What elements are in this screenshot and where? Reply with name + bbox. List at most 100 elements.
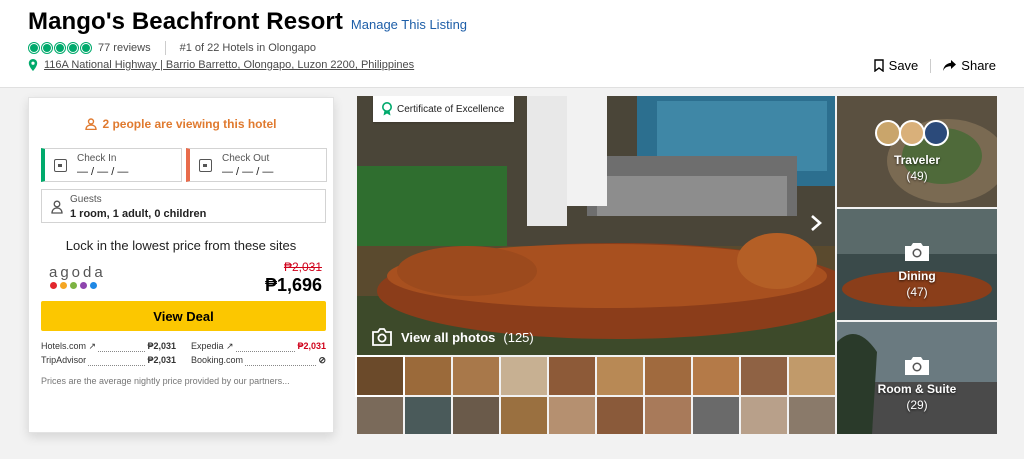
- photo-thumbnail[interactable]: [597, 396, 643, 434]
- site-name: TripAdvisor: [41, 355, 87, 365]
- rating-bubble-icon: [80, 42, 92, 54]
- category-dining[interactable]: Dining (47): [837, 209, 997, 320]
- header-actions: Save Share: [873, 58, 996, 73]
- agoda-wordmark: agoda: [49, 264, 106, 281]
- rating-bubble-icon: [41, 42, 53, 54]
- room-photo: [837, 322, 997, 434]
- camera-icon: [372, 328, 392, 346]
- manage-listing-link[interactable]: Manage This Listing: [351, 17, 467, 32]
- price-option[interactable]: TripAdvisor ₱2,031: [41, 355, 176, 369]
- map-pin-icon: [28, 59, 38, 71]
- photo-thumbnail[interactable]: [549, 396, 595, 434]
- category-room-suite[interactable]: Room & Suite (29): [837, 322, 997, 434]
- deal-price: ₱1,696: [264, 275, 322, 295]
- viewing-notice: 2 people are viewing this hotel: [29, 117, 333, 131]
- photo-thumbnail[interactable]: [501, 396, 547, 434]
- photo-thumbnail[interactable]: [645, 396, 691, 434]
- reviews-link[interactable]: 77 reviews: [98, 42, 151, 54]
- certificate-badge: Certificate of Excellence: [373, 96, 515, 122]
- photo-thumbnail[interactable]: [693, 396, 739, 434]
- site-name: Hotels.com ↗: [41, 341, 97, 351]
- check-out-value: — / — / —: [222, 166, 274, 178]
- photo-thumbnail[interactable]: [405, 396, 451, 434]
- rating-row: 77 reviews #1 of 22 Hotels in Olongapo: [28, 41, 316, 55]
- address-link[interactable]: 116A National Highway | Barrio Barretto,…: [44, 59, 414, 71]
- photo-thumbnail[interactable]: [453, 396, 499, 434]
- price-option[interactable]: Booking.com ⊘: [191, 355, 326, 369]
- guests-label: Guests: [70, 194, 102, 205]
- category-count: (49): [906, 169, 928, 183]
- agoda-dots: [50, 282, 106, 289]
- certificate-text: Certificate of Excellence: [397, 103, 505, 115]
- award-icon: [382, 102, 392, 116]
- booking-card: 2 people are viewing this hotel Check In…: [28, 97, 334, 433]
- category-label: Room & Suite: [877, 382, 957, 396]
- photo-thumbnail[interactable]: [453, 357, 499, 395]
- camera-icon: [905, 357, 929, 375]
- photo-thumbnail[interactable]: [549, 357, 595, 395]
- share-arrow-icon: [943, 60, 957, 71]
- save-label: Save: [888, 58, 919, 73]
- main-photo[interactable]: Certificate of Excellence View all photo…: [357, 96, 835, 355]
- camera-icon: [905, 243, 929, 261]
- view-all-label: View all photos: [401, 329, 496, 345]
- check-in-label: Check In: [77, 153, 117, 164]
- divider: [164, 41, 166, 55]
- other-prices: Hotels.com ↗ ₱2,031 Expedia ↗ ₱2,031 Tri…: [41, 341, 326, 369]
- site-name: Booking.com: [191, 355, 244, 365]
- calendar-icon: [199, 159, 212, 172]
- person-icon: [51, 200, 63, 214]
- save-button[interactable]: Save: [873, 58, 919, 73]
- viewing-text: 2 people are viewing this hotel: [102, 117, 277, 131]
- agoda-logo[interactable]: agoda: [49, 264, 106, 289]
- hotel-name: Mango's Beachfront Resort: [28, 8, 343, 35]
- category-count: (47): [906, 285, 928, 299]
- guests-value: 1 room, 1 adult, 0 children: [70, 208, 207, 220]
- photo-thumbnail[interactable]: [741, 357, 787, 395]
- share-button[interactable]: Share: [943, 58, 996, 73]
- lock-price-text: Lock in the lowest price from these site…: [65, 238, 297, 253]
- person-icon: [85, 118, 98, 130]
- category-traveler[interactable]: Traveler (49): [837, 96, 997, 207]
- price-option[interactable]: Expedia ↗ ₱2,031: [191, 341, 326, 355]
- photo-thumbnail[interactable]: [501, 357, 547, 395]
- chevron-right-icon[interactable]: [809, 214, 823, 232]
- unavailable-icon: ⊘: [318, 355, 326, 365]
- calendar-icon: [54, 159, 67, 172]
- divider: [930, 58, 932, 73]
- view-all-photos-button[interactable]: View all photos (125): [371, 328, 534, 346]
- check-out-field[interactable]: Check Out — / — / —: [186, 148, 327, 182]
- category-count: (29): [906, 398, 928, 412]
- photo-thumbnail[interactable]: [597, 357, 643, 395]
- price-disclaimer: Prices are the average nightly price pro…: [41, 376, 290, 386]
- photo-thumbnail[interactable]: [741, 396, 787, 434]
- photo-thumbnail[interactable]: [355, 355, 405, 397]
- price-option[interactable]: Hotels.com ↗ ₱2,031: [41, 341, 176, 355]
- site-price: ₱2,031: [297, 341, 326, 351]
- photo-thumbnail[interactable]: [645, 357, 691, 395]
- guests-field[interactable]: Guests 1 room, 1 adult, 0 children: [41, 189, 326, 223]
- ranking-text[interactable]: #1 of 22 Hotels in Olongapo: [180, 42, 316, 54]
- traveler-photo: [837, 96, 997, 207]
- rating-bubble-icon: [28, 42, 40, 54]
- view-deal-button[interactable]: View Deal: [41, 301, 326, 331]
- original-price: ₱2,031: [283, 260, 322, 274]
- check-in-field[interactable]: Check In — / — / —: [41, 148, 182, 182]
- traveler-avatars: [875, 120, 949, 146]
- rating-bubbles[interactable]: [28, 42, 92, 54]
- check-out-label: Check Out: [222, 153, 270, 164]
- check-in-value: — / — / —: [77, 166, 129, 178]
- photo-thumbnail[interactable]: [357, 396, 403, 434]
- rating-bubble-icon: [67, 42, 79, 54]
- photo-thumbnail[interactable]: [405, 357, 451, 395]
- photo-thumbnail[interactable]: [789, 396, 835, 434]
- main-photo-image: [357, 96, 835, 355]
- site-price: ₱2,031: [147, 355, 176, 365]
- rating-bubble-icon: [54, 42, 66, 54]
- photo-thumbnail[interactable]: [693, 357, 739, 395]
- category-label: Dining: [898, 269, 936, 283]
- dining-photo: [837, 209, 997, 320]
- view-all-count: (125): [503, 329, 534, 345]
- photo-thumbnail[interactable]: [789, 357, 835, 395]
- category-label: Traveler: [893, 153, 941, 167]
